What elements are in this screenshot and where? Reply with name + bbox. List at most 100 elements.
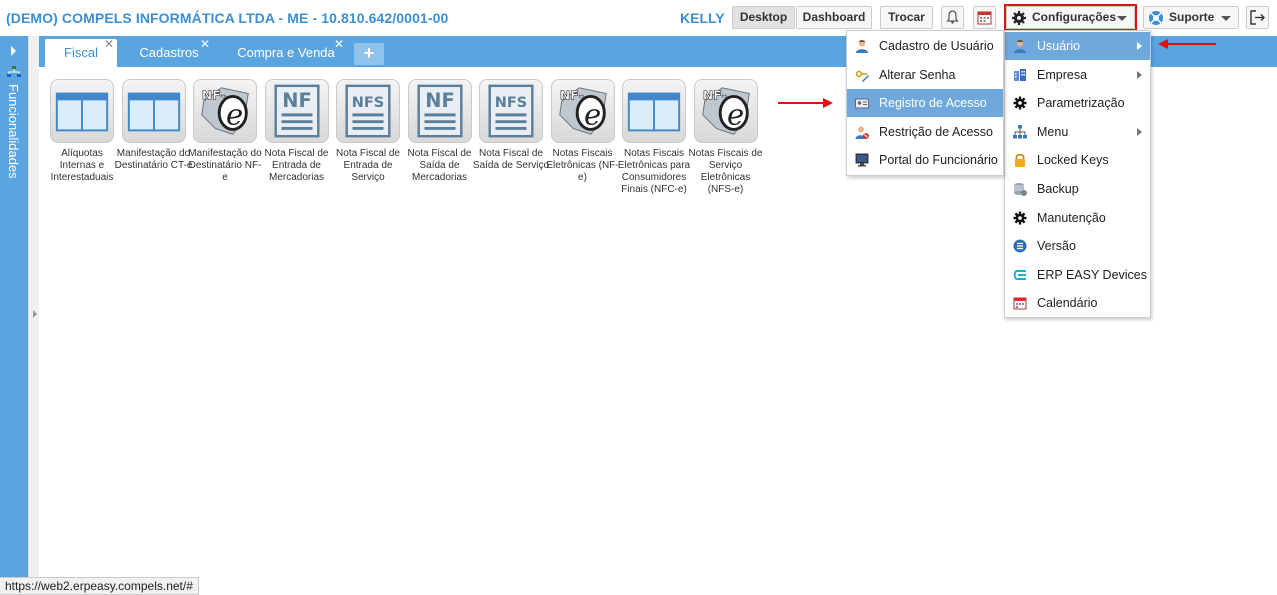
tab-compra-e-venda[interactable]: Compra e Venda ✕ (225, 37, 347, 67)
menu-item-erp-easy-devices[interactable]: ERP EASY Devices (1005, 261, 1150, 289)
nf-doc-icon: NF (273, 84, 320, 138)
tab-label: Compra e Venda (237, 45, 335, 60)
tile-icon[interactable]: NF (407, 79, 472, 143)
tile-caption: Nota Fiscal de Saída de Mercadorias (407, 148, 472, 183)
expand-arrow-icon[interactable] (11, 46, 16, 56)
close-icon[interactable]: ✕ (200, 30, 210, 58)
suporte-dropdown[interactable]: Suporte (1143, 6, 1239, 29)
menu-item-portal-do-funcionario[interactable]: Portal do Funcionário (847, 146, 1003, 174)
nfs-doc-icon: NFS (488, 84, 534, 138)
desktop-button[interactable]: Desktop (732, 6, 795, 29)
tile-icon[interactable]: e NF- (550, 79, 615, 143)
menu-item-empresa[interactable]: Empresa (1005, 61, 1150, 89)
funcionalidades-label: Funcionalidades (6, 84, 21, 179)
tile-icon[interactable]: NFS (336, 79, 400, 143)
menu-item-alterar-senha[interactable]: Alterar Senha (847, 61, 1003, 89)
svg-text:e: e (726, 98, 743, 132)
user-name[interactable]: KELLY (680, 10, 725, 26)
logout-button[interactable] (1246, 6, 1269, 29)
svg-text:NF-: NF- (702, 87, 726, 102)
menu-item-label: Restrição de Acesso (879, 124, 993, 139)
svg-text:NF-: NF- (559, 87, 583, 102)
menu-item-label: Calendário (1037, 296, 1098, 311)
lock-icon (1015, 154, 1025, 168)
user-icon (1014, 40, 1026, 53)
list-icon (1013, 239, 1027, 253)
menu-item-restricao-de-acesso[interactable]: Restrição de Acesso (847, 118, 1003, 146)
tile-caption: Manifestação do Destinatário NF-e (188, 148, 262, 183)
building-icon (1014, 68, 1026, 81)
svg-text:NFS: NFS (352, 95, 385, 111)
funcionalidades-sidebar[interactable]: Funcionalidades (0, 36, 28, 595)
menu-item-parametrizacao[interactable]: Parametrização (1005, 89, 1150, 117)
tile-icon[interactable]: e NF- (693, 79, 758, 143)
menu-item-usuario[interactable]: Usuário (1005, 32, 1150, 60)
notifications-button[interactable] (941, 6, 964, 29)
add-tab-button[interactable]: + (354, 43, 384, 65)
nfe-icon: eNF- (558, 87, 607, 135)
usuario-submenu: Cadastro de Usuário Alterar Senha Registro… (846, 30, 1004, 176)
menu-item-calendario[interactable]: Calendário (1005, 289, 1150, 317)
tile-caption: Notas Fiscais de Serviço Eletrônicas (NF… (688, 148, 763, 195)
tile-icon[interactable]: NF (264, 79, 329, 143)
tile-caption: Manifestação do Destinatário CT-e (114, 148, 193, 171)
tab-cadastros[interactable]: Cadastros ✕ (125, 37, 213, 67)
nfs-doc-icon: NFS (345, 84, 391, 138)
key-edit-icon (855, 70, 869, 82)
menu-item-backup[interactable]: Backup (1005, 175, 1150, 203)
suporte-label: Suporte (1169, 10, 1215, 24)
devices-icon (1013, 269, 1026, 280)
menu-item-menu[interactable]: Menu (1005, 118, 1150, 146)
annotation-arrow (778, 98, 833, 108)
menu-item-label: Locked Keys (1037, 153, 1109, 168)
tile-caption: Notas Fiscais Eletrônicas (NF-e) (546, 148, 619, 183)
menu-item-label: Parametrização (1037, 96, 1125, 111)
calendar-icon (977, 11, 992, 25)
trocar-button[interactable]: Trocar (880, 6, 933, 29)
menu-item-label: Menu (1037, 124, 1069, 139)
svg-text:NFS: NFS (495, 95, 528, 111)
menu-item-cadastro-de-usuario[interactable]: Cadastro de Usuário (847, 32, 1003, 60)
menu-item-manutencao[interactable]: Manutenção (1005, 204, 1150, 232)
menu-item-locked-keys[interactable]: Locked Keys (1005, 146, 1150, 174)
user-block-icon (855, 126, 869, 139)
tile-icon[interactable] (622, 79, 686, 143)
menu-item-label: Alterar Senha (879, 67, 956, 82)
status-bar-url: https://web2.erpeasy.compels.net/# (0, 577, 199, 595)
tile-caption: Nota Fiscal de Saída de Serviço (472, 148, 550, 171)
panel-splitter[interactable] (28, 36, 39, 595)
tile-icon[interactable]: e NF- (193, 79, 257, 143)
menu-item-label: Registro de Acesso (879, 96, 987, 111)
functionality-grid: Alíquotas Internas e Interestaduais Manif… (47, 77, 767, 217)
dashboard-button[interactable]: Dashboard (796, 6, 872, 29)
menu-item-versao[interactable]: Versão (1005, 232, 1150, 260)
tile-caption: Nota Fiscal de Entrada de Serviço (336, 148, 400, 183)
tile-icon[interactable]: NFS (479, 79, 543, 143)
calendar-button[interactable] (973, 6, 996, 29)
tile-icon[interactable] (50, 79, 114, 143)
window-icon (127, 92, 180, 132)
menu-item-label: ERP EASY Devices (1037, 267, 1148, 282)
close-icon[interactable]: ✕ (334, 30, 344, 58)
tile-icon[interactable] (121, 79, 186, 143)
window-icon (55, 92, 109, 132)
support-icon (1149, 11, 1163, 25)
menu-item-label: Backup (1037, 182, 1079, 196)
chevron-down-icon (1221, 16, 1231, 21)
tile-caption: Notas Fiscais Eletrônicas para Consumido… (617, 148, 691, 195)
svg-text:e: e (226, 98, 243, 132)
monitor-icon (855, 153, 869, 167)
company-title: (DEMO) COMPELS INFORMÁTICA LTDA - ME - 1… (6, 10, 449, 26)
tab-fiscal[interactable]: Fiscal ✕ (45, 37, 117, 67)
collapse-arrow-icon[interactable] (33, 310, 37, 318)
user-icon (856, 40, 868, 53)
chevron-right-icon (1137, 127, 1142, 136)
menu-item-label: Portal do Funcionário (879, 153, 998, 168)
menu-item-registro-de-acesso[interactable]: Registro de Acesso (847, 89, 1003, 118)
menu-item-label: Cadastro de Usuário (879, 39, 994, 53)
chevron-right-icon (1137, 70, 1142, 79)
window-icon (627, 92, 681, 132)
close-icon[interactable]: ✕ (104, 30, 114, 58)
database-icon (1014, 183, 1027, 196)
chevron-right-icon (1137, 42, 1142, 50)
